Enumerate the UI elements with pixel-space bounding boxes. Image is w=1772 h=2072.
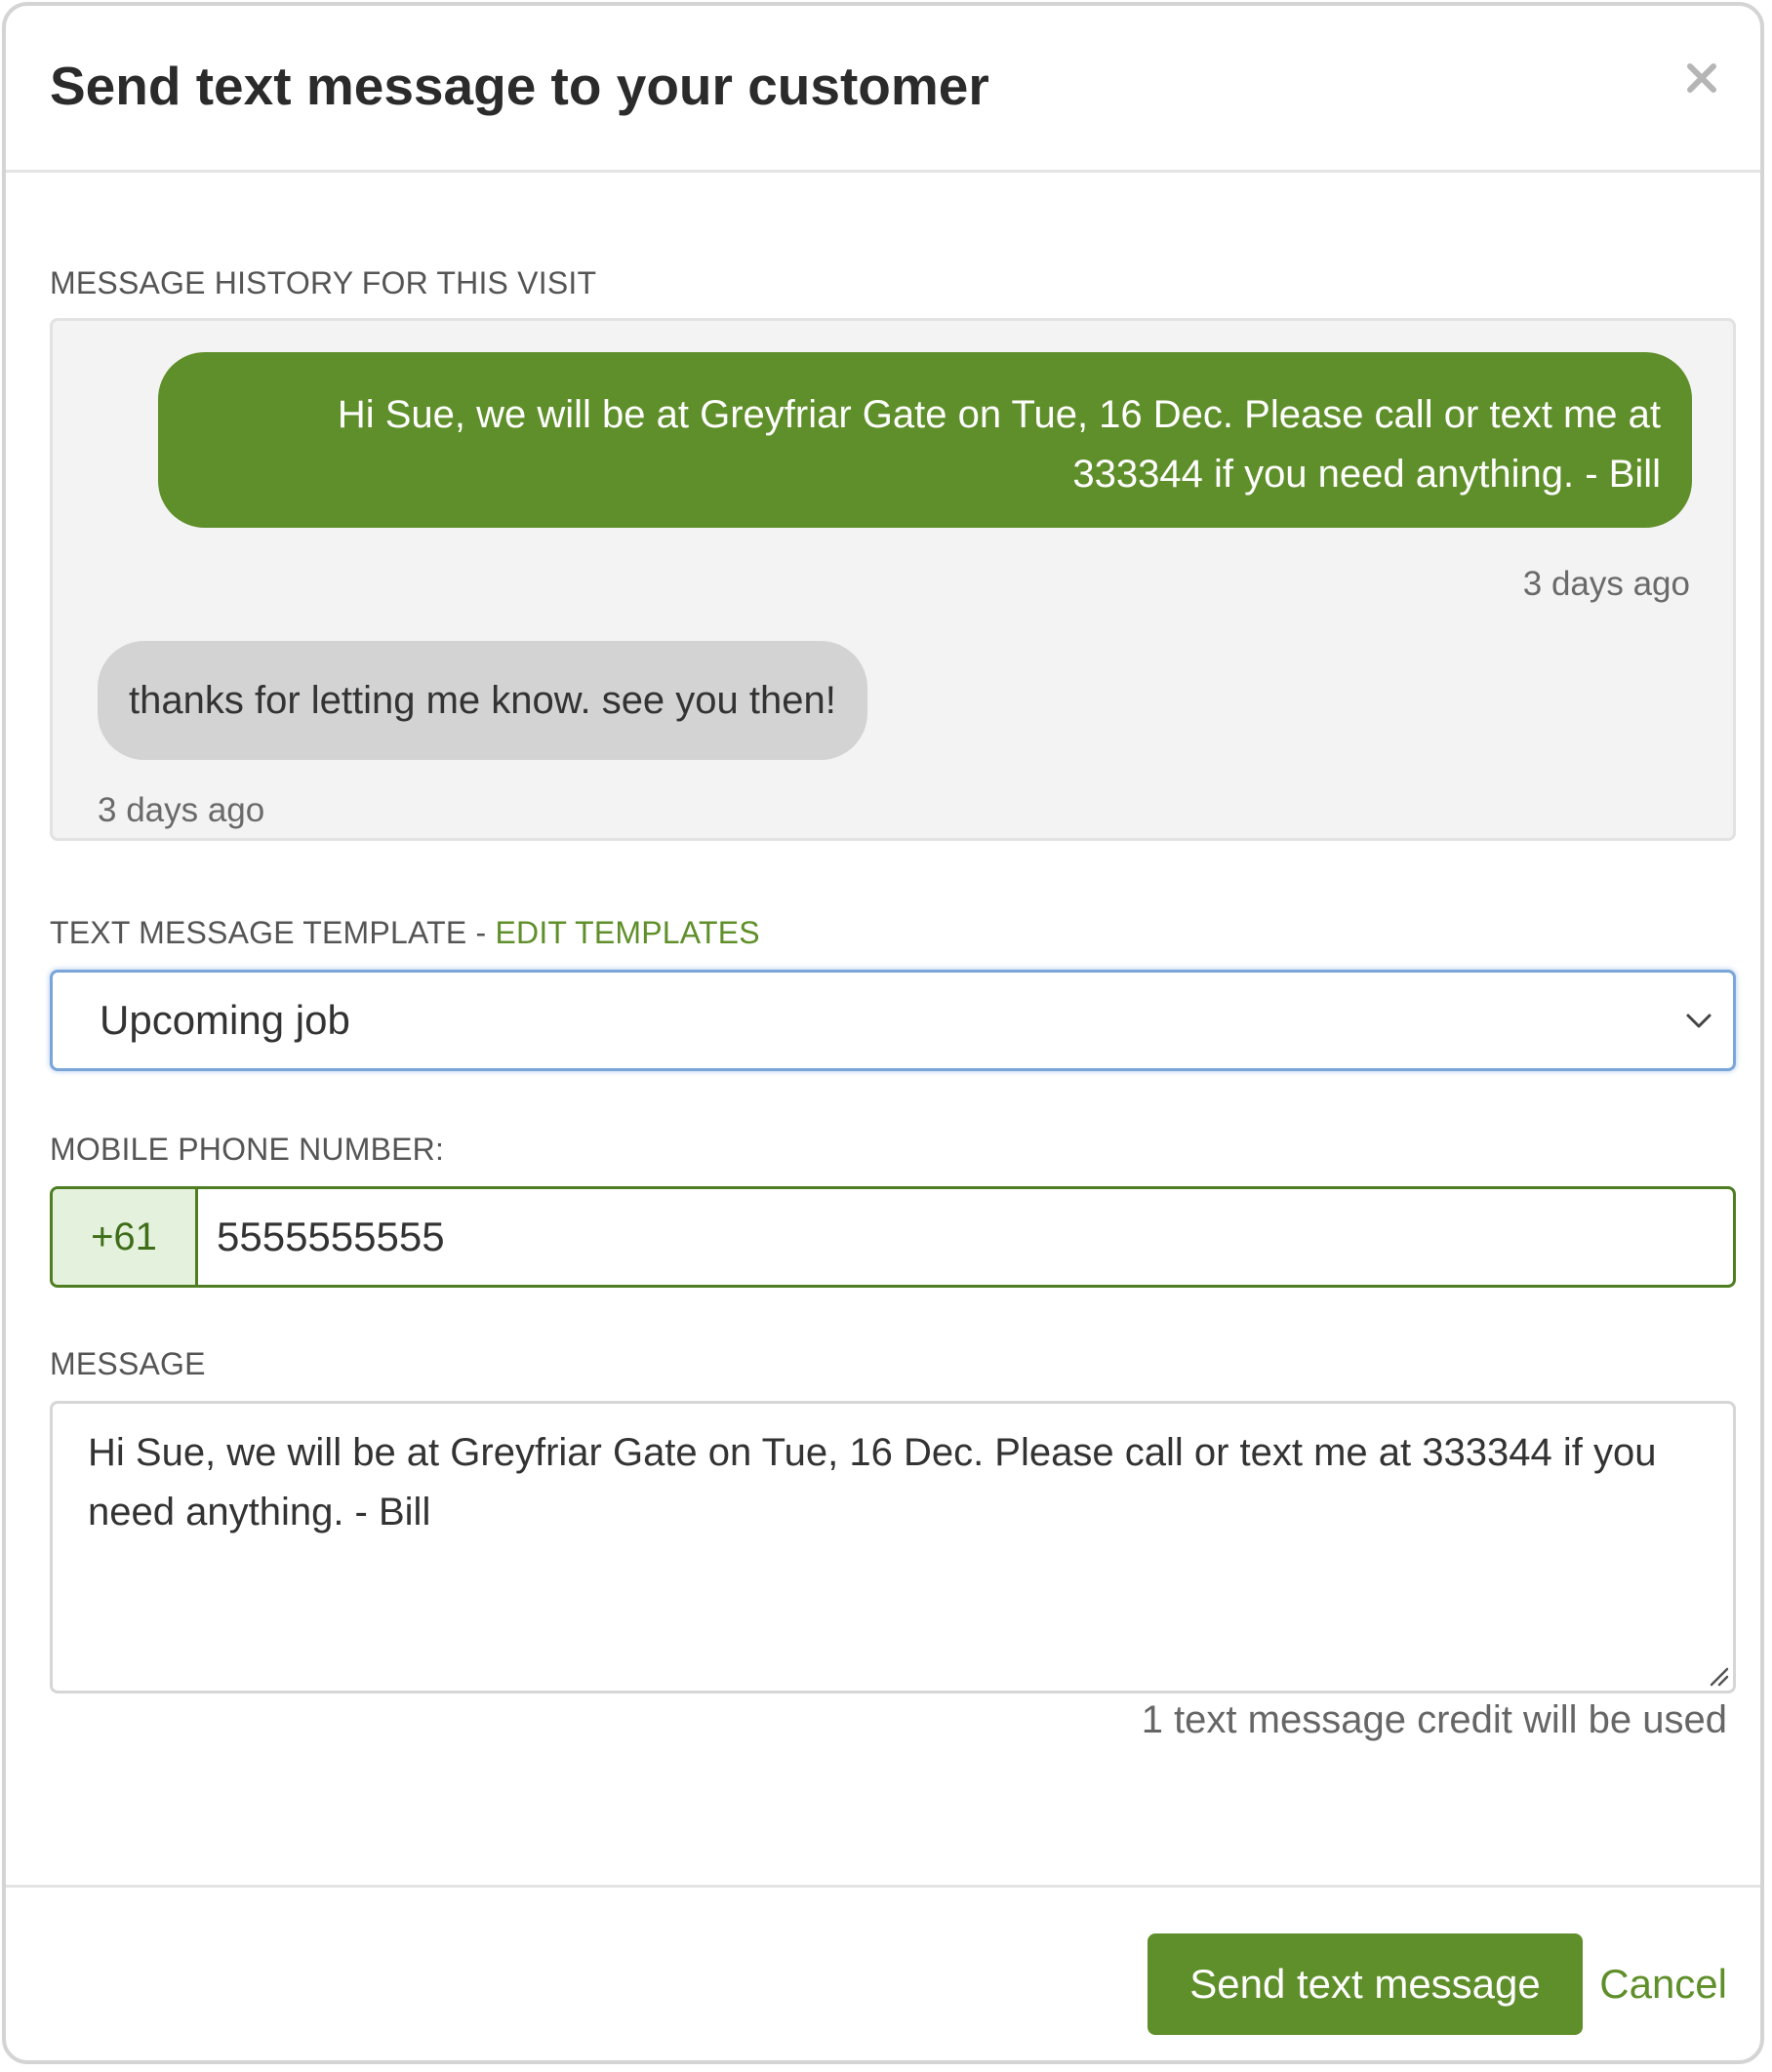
footer-divider	[6, 1885, 1760, 1888]
close-button[interactable]	[1672, 49, 1731, 107]
template-label: TEXT MESSAGE TEMPLATE - EDIT TEMPLATES	[50, 915, 760, 951]
template-select[interactable]: Upcoming job	[50, 970, 1736, 1071]
edit-templates-link[interactable]: EDIT TEMPLATES	[495, 915, 759, 950]
message-history: Hi Sue, we will be at Greyfriar Gate on …	[50, 318, 1736, 841]
phone-input-group: +61 5555555555	[50, 1186, 1736, 1288]
credit-note: 1 text message credit will be used	[1141, 1698, 1727, 1741]
incoming-message: thanks for letting me know. see you then…	[98, 641, 867, 760]
resize-grip-icon[interactable]	[1704, 1661, 1729, 1687]
close-icon	[1687, 63, 1716, 93]
chevron-down-icon	[1686, 1014, 1712, 1028]
send-text-dialog: Send text message to your customer MESSA…	[2, 2, 1764, 2064]
phone-label: MOBILE PHONE NUMBER:	[50, 1132, 445, 1167]
outgoing-message: Hi Sue, we will be at Greyfriar Gate on …	[158, 352, 1692, 528]
message-textarea-value: Hi Sue, we will be at Greyfriar Gate on …	[88, 1431, 1657, 1534]
message-textarea[interactable]: Hi Sue, we will be at Greyfriar Gate on …	[50, 1401, 1736, 1693]
dialog-header: Send text message to your customer	[6, 6, 1760, 173]
send-text-button[interactable]: Send text message	[1148, 1933, 1583, 2035]
message-label: MESSAGE	[50, 1346, 206, 1381]
history-label: MESSAGE HISTORY FOR THIS VISIT	[50, 265, 597, 300]
dialog-title: Send text message to your customer	[50, 56, 989, 116]
country-code: +61	[53, 1189, 198, 1285]
cancel-link[interactable]: Cancel	[1599, 1933, 1727, 2035]
template-select-value: Upcoming job	[100, 997, 350, 1043]
incoming-message-time: 3 days ago	[98, 791, 265, 829]
template-label-text: TEXT MESSAGE TEMPLATE -	[50, 915, 496, 950]
phone-number-input[interactable]: 5555555555	[217, 1189, 445, 1285]
outgoing-message-time: 3 days ago	[1522, 565, 1690, 603]
